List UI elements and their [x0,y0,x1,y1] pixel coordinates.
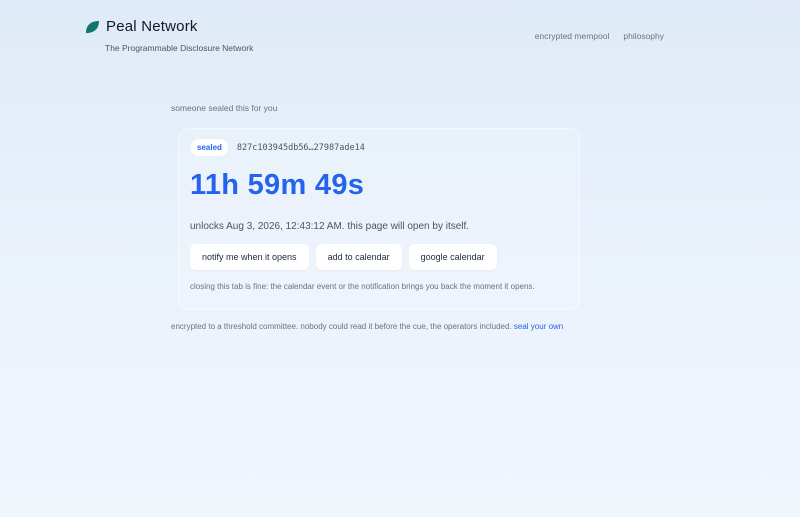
seal-hash: 827c103945db56…27987ade14 [236,142,365,153]
brand-name[interactable]: Peal Network [106,18,198,35]
status-badge: sealed [191,139,228,156]
leaf-icon [84,19,100,35]
brand-tagline: The Programmable Disclosure Network [105,43,254,53]
footer-note: encrypted to a threshold committee. nobo… [171,322,563,331]
seal-row: sealed 827c103945db56…27987ade14 [191,139,365,156]
notify-button[interactable]: notify me when it opens [190,244,309,270]
google-calendar-button[interactable]: google calendar [408,244,497,270]
nav-link-philosophy[interactable]: philosophy [623,31,664,41]
brand-row[interactable]: Peal Network [84,18,253,35]
intro-text: someone sealed this for you [171,103,278,113]
seal-card: sealed 827c103945db56…27987ade14 11h 59m… [178,128,580,310]
add-to-calendar-button[interactable]: add to calendar [315,244,402,270]
countdown-timer: 11h 59m 49s [190,169,365,201]
seal-your-own-link[interactable]: seal your own [514,322,563,331]
brand[interactable]: Peal Network The Programmable Disclosure… [84,18,253,53]
top-nav: encrypted mempool philosophy [535,31,664,41]
reassurance-note: closing this tab is fine: the calendar e… [190,282,535,291]
unlock-info: unlocks Aug 3, 2026, 12:43:12 AM. this p… [190,221,470,232]
footer-text: encrypted to a threshold committee. nobo… [171,322,512,331]
action-buttons: notify me when it opens add to calendar … [190,244,497,270]
nav-link-encrypted-mempool[interactable]: encrypted mempool [535,31,610,41]
